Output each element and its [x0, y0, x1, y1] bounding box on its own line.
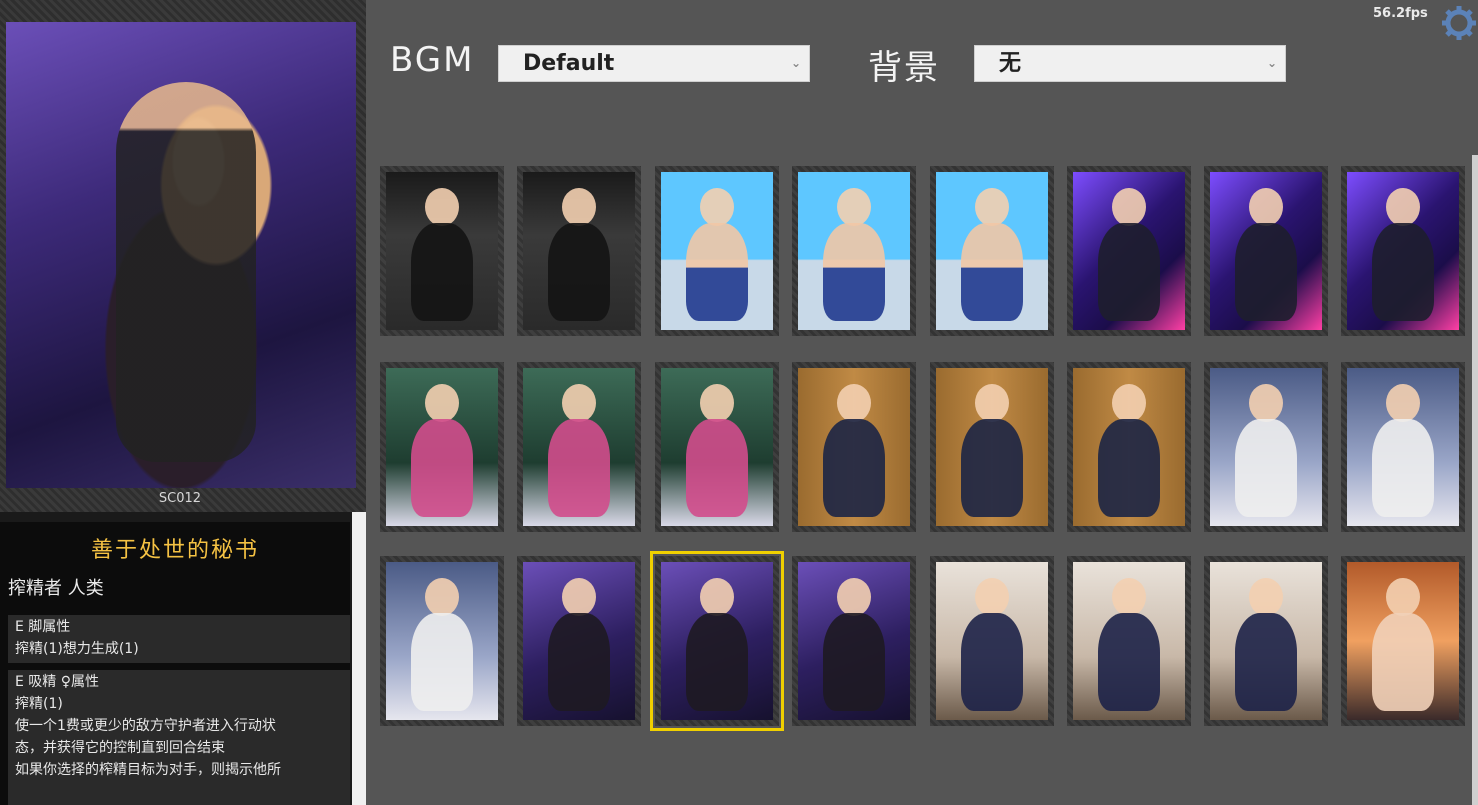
ability-line: 如果你选择的榨精目标为对手，则揭示他所 [15, 762, 281, 778]
background-label: 背景 [868, 48, 940, 88]
card-thumbnail[interactable] [655, 362, 779, 532]
card-thumbnail[interactable] [655, 166, 779, 336]
card-art [1073, 368, 1185, 526]
ability-block: E 吸精 ♀属性 搾精(1) 使一个1费或更少的敌方守护者进入行动状 态，并获得… [8, 670, 350, 805]
card-art [1347, 562, 1459, 720]
ability-title: E 脚属性 [15, 619, 71, 635]
card-art [798, 368, 910, 526]
card-thumbnail[interactable] [1067, 166, 1191, 336]
card-art [523, 172, 635, 330]
card-detail: 善于处世的秘书 搾精者 人类 E 脚属性 搾精(1)想力生成(1) E 吸精 ♀… [0, 522, 350, 805]
card-preview-panel: SC012 善于处世的秘书 搾精者 人类 E 脚属性 搾精(1)想力生成(1) … [0, 0, 366, 805]
card-art [523, 368, 635, 526]
card-art [523, 562, 635, 720]
preview-frame: SC012 [0, 0, 366, 512]
card-thumbnail[interactable] [380, 166, 504, 336]
card-art [1210, 172, 1322, 330]
card-thumbnail[interactable] [930, 362, 1054, 532]
fps-counter: 56.2fps [1373, 6, 1428, 21]
card-art [936, 562, 1048, 720]
card-thumbnail[interactable] [517, 556, 641, 726]
card-thumbnail[interactable] [930, 166, 1054, 336]
card-art [1073, 562, 1185, 720]
grid-scrollbar[interactable] [1472, 155, 1478, 805]
card-thumbnail[interactable] [517, 362, 641, 532]
preview-card-art [6, 22, 356, 488]
card-art [1347, 172, 1459, 330]
card-art [1347, 368, 1459, 526]
card-art [1073, 172, 1185, 330]
card-thumbnail[interactable] [792, 362, 916, 532]
card-art [661, 172, 773, 330]
background-selected-value: 无 [999, 51, 1022, 76]
card-thumbnail[interactable] [1204, 166, 1328, 336]
ability-line: 搾精(1) [15, 696, 63, 712]
card-code: SC012 [158, 491, 202, 506]
card-thumbnail[interactable] [1341, 556, 1465, 726]
card-thumbnail[interactable] [1341, 166, 1465, 336]
card-thumbnail[interactable] [792, 166, 916, 336]
ability-line: 使一个1费或更少的敌方守护者进入行动状 [15, 718, 276, 734]
card-gallery-screen: SC012 善于处世的秘书 搾精者 人类 E 脚属性 搾精(1)想力生成(1) … [0, 0, 1478, 805]
card-thumbnail[interactable] [792, 556, 916, 726]
card-thumbnail[interactable] [1204, 556, 1328, 726]
ability-line: 搾精(1)想力生成(1) [15, 641, 139, 657]
ability-block: E 脚属性 搾精(1)想力生成(1) [8, 615, 350, 663]
card-art [1210, 368, 1322, 526]
ability-line: 态，并获得它的控制直到回合结束 [15, 740, 225, 756]
detail-scrollbar[interactable] [352, 512, 366, 805]
card-name: 善于处世的秘书 [90, 538, 259, 563]
bgm-dropdown[interactable]: Default ⌄ [498, 45, 810, 82]
card-thumbnail[interactable] [1067, 556, 1191, 726]
ability-title: E 吸精 ♀属性 [15, 674, 99, 690]
card-art [386, 368, 498, 526]
card-art [386, 562, 498, 720]
card-art [936, 172, 1048, 330]
card-type: 搾精者 人类 [8, 578, 104, 599]
card-thumbnail[interactable] [1204, 362, 1328, 532]
card-thumbnail[interactable] [1067, 362, 1191, 532]
card-art [386, 172, 498, 330]
card-art [936, 368, 1048, 526]
card-thumbnail[interactable] [380, 362, 504, 532]
card-thumbnail[interactable] [930, 556, 1054, 726]
card-art [1210, 562, 1322, 720]
card-art [661, 368, 773, 526]
chevron-down-icon: ⌄ [790, 56, 801, 70]
background-dropdown[interactable]: 无 ⌄ [974, 45, 1286, 82]
chevron-down-icon: ⌄ [1266, 56, 1277, 70]
card-art [798, 562, 910, 720]
card-thumbnail[interactable] [650, 551, 784, 731]
bgm-label: BGM [390, 40, 475, 80]
card-grid [380, 166, 1470, 805]
gear-icon[interactable] [1440, 4, 1478, 42]
card-art [798, 172, 910, 330]
card-art [661, 562, 773, 720]
bgm-selected-value: Default [523, 51, 615, 76]
card-thumbnail[interactable] [1341, 362, 1465, 532]
card-thumbnail[interactable] [517, 166, 641, 336]
card-thumbnail[interactable] [380, 556, 504, 726]
